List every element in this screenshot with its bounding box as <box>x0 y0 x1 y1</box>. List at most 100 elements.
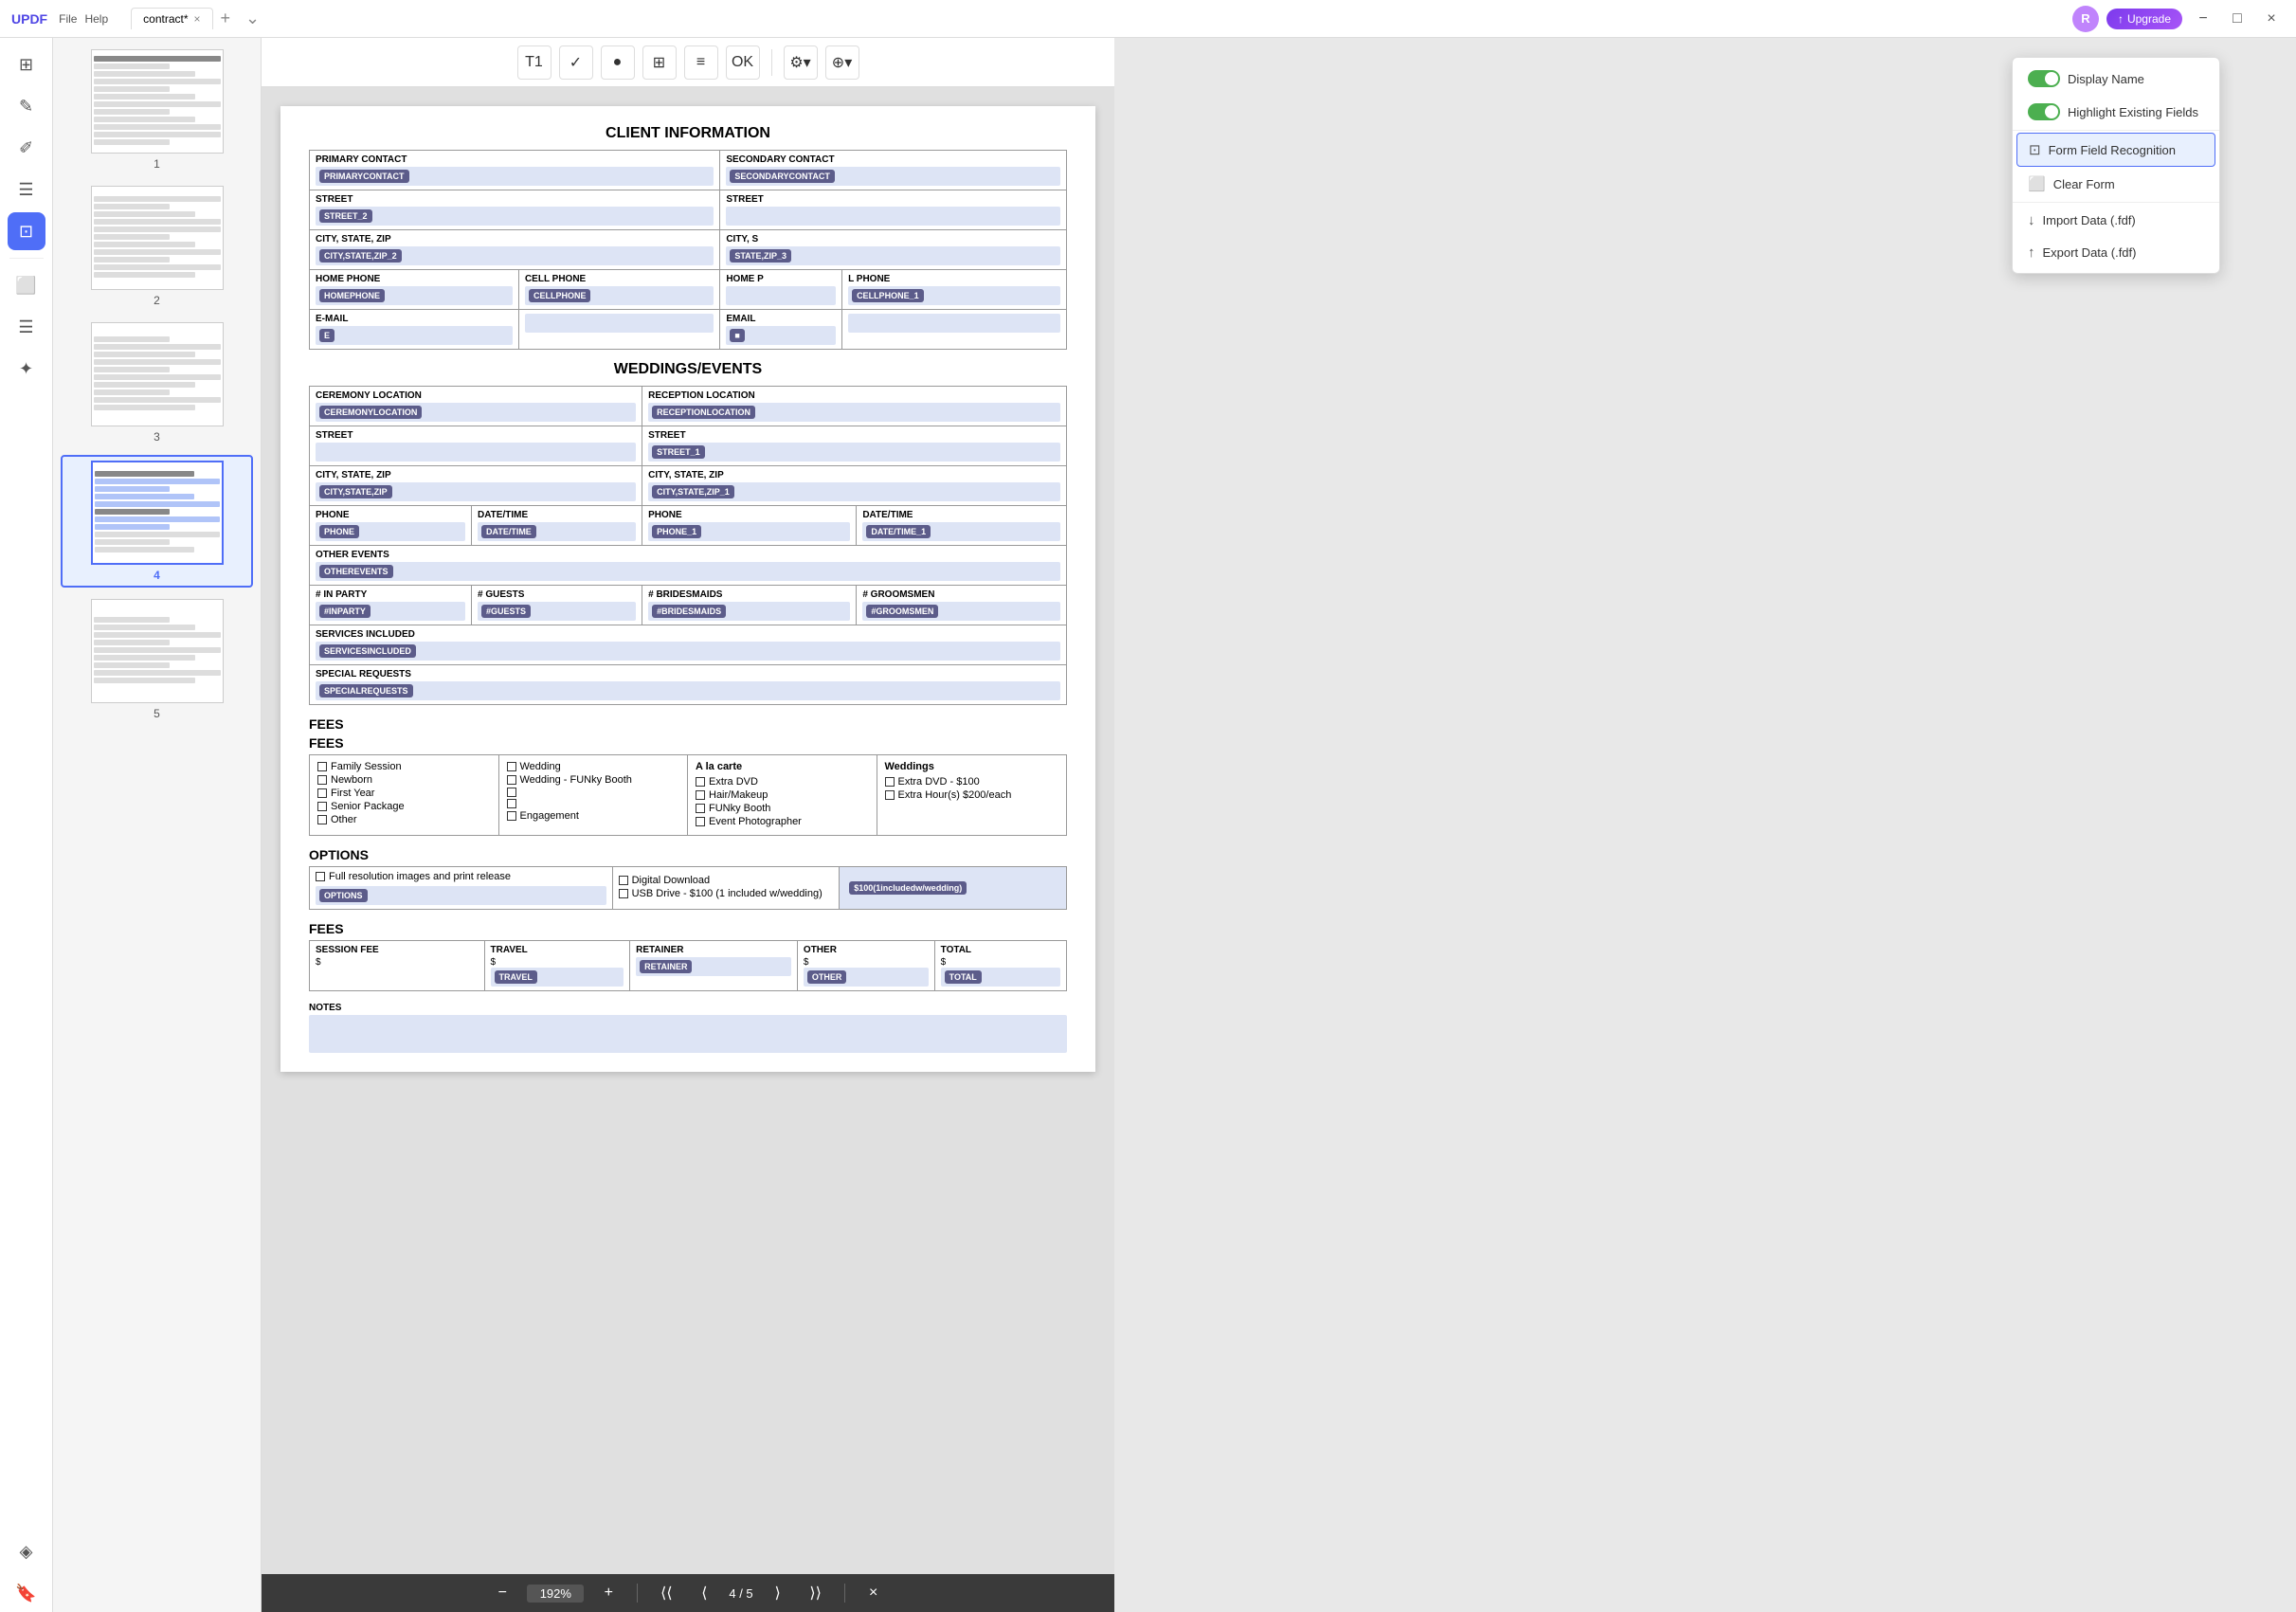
upgrade-button[interactable]: ↑ Upgrade <box>2106 9 2182 29</box>
sidebar-form-icon[interactable]: ⊡ <box>8 212 45 250</box>
prev-page-button[interactable]: ⟨ <box>691 1580 717 1606</box>
services-cell[interactable]: SERVICES INCLUDED SERVICESINCLUDED <box>310 625 1067 665</box>
other-field[interactable]: OTHER <box>804 968 929 987</box>
street2-field[interactable]: STREET_2 <box>316 207 714 226</box>
primary-contact-field[interactable]: PRIMARYCONTACT <box>316 167 714 186</box>
sidebar-edit-icon[interactable]: ✎ <box>8 87 45 125</box>
fee-hairma[interactable]: Hair/Makeup <box>696 789 869 801</box>
services-field[interactable]: SERVICESINCLUDED <box>316 642 1060 661</box>
active-tab[interactable]: contract* × <box>131 8 212 29</box>
next-page-button[interactable]: ⟩ <box>765 1580 791 1606</box>
fee-family[interactable]: Family Session <box>317 761 491 772</box>
close-button[interactable]: × <box>2258 6 2285 32</box>
checkbox-blank1[interactable] <box>507 788 516 797</box>
fee-wedding[interactable]: Wedding <box>507 761 680 772</box>
street-r-cell[interactable]: STREET <box>720 190 1067 230</box>
w-phone-l-field[interactable]: PHONE <box>316 522 465 541</box>
sidebar-layers-icon[interactable]: ◈ <box>8 1532 45 1570</box>
fee-other[interactable]: Other <box>317 814 491 825</box>
thumbnail-page-3[interactable]: 3 <box>61 318 253 447</box>
checkbox-funky2[interactable] <box>696 804 705 813</box>
street2-cell[interactable]: STREET STREET_2 <box>310 190 720 230</box>
menu-file[interactable]: File <box>59 12 77 26</box>
ceremony-loc-cell[interactable]: CEREMONY LOCATION CEREMONYLOCATION <box>310 387 642 426</box>
fee-blank2[interactable] <box>507 799 680 808</box>
list-tool[interactable]: ≡ <box>684 45 718 80</box>
sidebar-organize-icon[interactable]: ☰ <box>8 171 45 208</box>
w-datetime-r-field[interactable]: DATE/TIME_1 <box>862 522 1060 541</box>
secondary-contact-cell[interactable]: SECONDARY CONTACT SECONDARYCONTACT <box>720 151 1067 190</box>
zoom-in-button[interactable]: + <box>595 1580 622 1606</box>
email-ext-cell[interactable] <box>518 310 719 350</box>
more-tool[interactable]: ⊕▾ <box>825 45 859 80</box>
travel-field[interactable]: TRAVEL <box>491 968 624 987</box>
w-street-r-field[interactable]: STREET_1 <box>648 443 1060 462</box>
checkbox-tool[interactable]: ✓ <box>559 45 593 80</box>
citystatezips-cell[interactable]: CITY, S STATE,ZIP_3 <box>720 230 1067 270</box>
other-events-cell[interactable]: OTHER EVENTS OTHEREVENTS <box>310 546 1067 586</box>
options-price-field[interactable]: $100(1includedw/wedding) <box>845 878 1060 897</box>
retainer-field[interactable]: RETAINER <box>636 957 791 976</box>
fee-blank1[interactable] <box>507 788 680 797</box>
guests-cell[interactable]: # GUESTS #GUESTS <box>471 586 642 625</box>
first-page-button[interactable]: ⟨⟨ <box>653 1580 679 1606</box>
email-field[interactable]: E <box>316 326 513 345</box>
options-col3[interactable]: $100(1includedw/wedding) <box>840 867 1067 910</box>
sidebar-protect-icon[interactable]: ☰ <box>8 308 45 346</box>
w-phone-r-cell[interactable]: PHONE PHONE_1 <box>642 506 857 546</box>
thumbnail-page-2[interactable]: 2 <box>61 182 253 311</box>
checkbox-funky-booth[interactable] <box>507 775 516 785</box>
ceremony-loc-field[interactable]: CEREMONYLOCATION <box>316 403 636 422</box>
cellphone-field[interactable]: CELLPHONE <box>525 286 714 305</box>
radio-tool[interactable]: ● <box>601 45 635 80</box>
email-r-field[interactable]: ■ <box>726 326 836 345</box>
ok-tool[interactable]: OK <box>726 45 760 80</box>
citystatezips-field[interactable]: STATE,ZIP_3 <box>726 246 1060 265</box>
other-cell[interactable]: OTHER $ OTHER <box>797 941 934 991</box>
thumbnail-page-1[interactable]: 1 <box>61 45 253 174</box>
reception-loc-field[interactable]: RECEPTIONLOCATION <box>648 403 1060 422</box>
w-datetime-l-field[interactable]: DATE/TIME <box>478 522 636 541</box>
checkbox-wedding[interactable] <box>507 762 516 771</box>
travel-cell[interactable]: TRAVEL $ TRAVEL <box>484 941 630 991</box>
bridesmaids-cell[interactable]: # BRIDESMAIDS #BRIDESMAIDS <box>642 586 857 625</box>
citystatezip2-cell[interactable]: CITY, STATE, ZIP CITY,STATE,ZIP_2 <box>310 230 720 270</box>
cellphone1-cell[interactable]: L PHONE CELLPHONE_1 <box>842 270 1067 310</box>
sidebar-bookmark-icon[interactable]: 🔖 <box>8 1574 45 1612</box>
w-csz-l-field[interactable]: CITY,STATE,ZIP <box>316 482 636 501</box>
fee-newborn[interactable]: Newborn <box>317 774 491 786</box>
checkbox-extradvd[interactable] <box>696 777 705 787</box>
options-col2[interactable]: Digital Download USB Drive - $100 (1 inc… <box>612 867 840 910</box>
options-field[interactable]: OPTIONS <box>316 886 606 905</box>
guests-field[interactable]: #GUESTS <box>478 602 636 621</box>
checkbox-extradvd100[interactable] <box>885 777 895 787</box>
email-ext-field[interactable] <box>525 314 714 333</box>
fee-eventphoto[interactable]: Event Photographer <box>696 816 869 827</box>
sidebar-comment-icon[interactable]: ✐ <box>8 129 45 167</box>
notes-field[interactable] <box>309 1015 1067 1053</box>
checkbox-firstyear[interactable] <box>317 788 327 798</box>
sidebar-convert-icon[interactable]: ⬜ <box>8 266 45 304</box>
street-r-field[interactable] <box>726 207 1060 226</box>
options-checkbox3[interactable] <box>619 889 628 898</box>
w-csz-r-cell[interactable]: CITY, STATE, ZIP CITY,STATE,ZIP_1 <box>642 466 1067 506</box>
checkbox-engagement[interactable] <box>507 811 516 821</box>
fee-engagement[interactable]: Engagement <box>507 810 680 822</box>
tab-dropdown-button[interactable]: ⌄ <box>238 5 267 32</box>
checkbox-extrahour[interactable] <box>885 790 895 800</box>
maximize-button[interactable]: □ <box>2224 6 2251 32</box>
checkbox-family[interactable] <box>317 762 327 771</box>
fee-extradvd100[interactable]: Extra DVD - $100 <box>885 776 1059 788</box>
w-street-l-cell[interactable]: STREET <box>310 426 642 466</box>
sidebar-sign-icon[interactable]: ✦ <box>8 350 45 388</box>
checkbox-other[interactable] <box>317 815 327 824</box>
email-cell[interactable]: E-MAIL E <box>310 310 519 350</box>
fee-extrahour[interactable]: Extra Hour(s) $200/each <box>885 789 1059 801</box>
options-checkbox2[interactable] <box>619 876 628 885</box>
primary-contact-cell[interactable]: PRIMARY CONTACT PRIMARYCONTACT <box>310 151 720 190</box>
tab-close-icon[interactable]: × <box>194 12 201 26</box>
zoom-level-input[interactable] <box>527 1585 584 1603</box>
combo-tool[interactable]: ⊞ <box>642 45 677 80</box>
w-phone-r-field[interactable]: PHONE_1 <box>648 522 850 541</box>
fee-firstyear[interactable]: First Year <box>317 788 491 799</box>
